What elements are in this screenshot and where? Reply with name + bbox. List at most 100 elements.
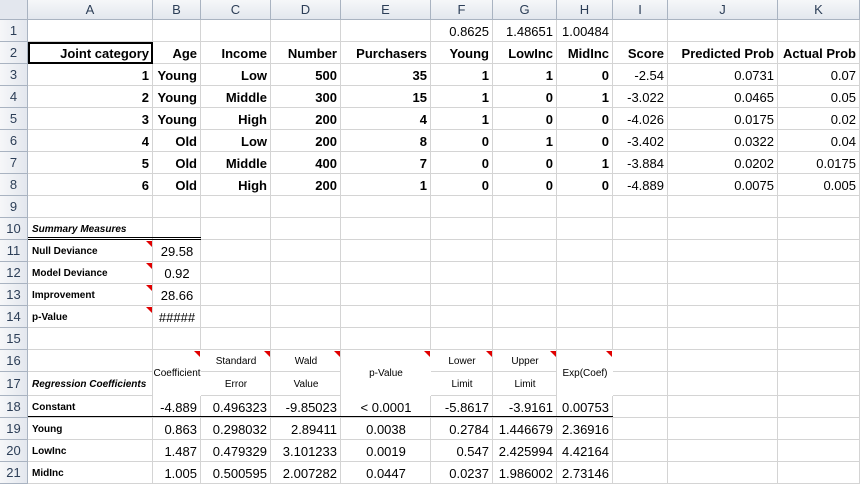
row-header-18[interactable]: 18 [0, 396, 28, 418]
summary-label-1[interactable]: Model Deviance [28, 262, 153, 284]
regression-cell-F21[interactable]: 0.0237 [431, 462, 493, 484]
cell-I4[interactable]: -3.022 [613, 86, 668, 108]
regression-header-bottom-D[interactable]: Value [271, 372, 341, 396]
cell-C7[interactable]: Middle [201, 152, 271, 174]
header-G[interactable]: LowInc [493, 42, 557, 64]
cell-D4[interactable]: 300 [271, 86, 341, 108]
header-C[interactable]: Income [201, 42, 271, 64]
row-header-1[interactable]: 1 [0, 20, 28, 42]
cell-J3[interactable]: 0.0731 [668, 64, 778, 86]
row-header-12[interactable]: 12 [0, 262, 28, 284]
summary-label-2[interactable]: Improvement [28, 284, 153, 306]
regression-cell-A20[interactable]: LowInc [28, 440, 153, 462]
header-H[interactable]: MidInc [557, 42, 613, 64]
regression-cell-H19[interactable]: 2.36916 [557, 418, 613, 440]
row-header-15[interactable]: 15 [0, 328, 28, 350]
cell-A5[interactable]: 3 [28, 108, 153, 130]
cell-E7[interactable]: 7 [341, 152, 431, 174]
regression-cell-H20[interactable]: 4.42164 [557, 440, 613, 462]
cell-G1[interactable]: 1.48651 [493, 20, 557, 42]
regression-cell-H18[interactable]: 0.00753 [557, 396, 613, 418]
regression-cell-A21[interactable]: MidInc [28, 462, 153, 484]
cell-E4[interactable]: 15 [341, 86, 431, 108]
summary-value-1[interactable]: 0.92 [153, 262, 201, 284]
cell-B8[interactable]: Old [153, 174, 201, 196]
regression-cell-E19[interactable]: 0.0038 [341, 418, 431, 440]
regression-cell-D21[interactable]: 2.007282 [271, 462, 341, 484]
cell-J7[interactable]: 0.0202 [668, 152, 778, 174]
regression-cell-B18[interactable]: -4.889 [153, 396, 201, 418]
column-header-E[interactable]: E [341, 0, 431, 20]
cell-G4[interactable]: 0 [493, 86, 557, 108]
column-header-I[interactable]: I [613, 0, 668, 20]
cell-J6[interactable]: 0.0322 [668, 130, 778, 152]
cell-H7[interactable]: 1 [557, 152, 613, 174]
row-header-13[interactable]: 13 [0, 284, 28, 306]
cell-K4[interactable]: 0.05 [778, 86, 860, 108]
regression-cell-E21[interactable]: 0.0447 [341, 462, 431, 484]
header-E[interactable]: Purchasers [341, 42, 431, 64]
cell-D5[interactable]: 200 [271, 108, 341, 130]
column-header-J[interactable]: J [668, 0, 778, 20]
cell-F1[interactable]: 0.8625 [431, 20, 493, 42]
column-header-H[interactable]: H [557, 0, 613, 20]
cell-E6[interactable]: 8 [341, 130, 431, 152]
cell-F7[interactable]: 0 [431, 152, 493, 174]
header-F[interactable]: Young [431, 42, 493, 64]
row-header-7[interactable]: 7 [0, 152, 28, 174]
cell-I8[interactable]: -4.889 [613, 174, 668, 196]
cell-E8[interactable]: 1 [341, 174, 431, 196]
cell-J8[interactable]: 0.0075 [668, 174, 778, 196]
cell-I3[interactable]: -2.54 [613, 64, 668, 86]
header-D[interactable]: Number [271, 42, 341, 64]
cell-D3[interactable]: 500 [271, 64, 341, 86]
column-header-K[interactable]: K [778, 0, 860, 20]
regression-cell-G20[interactable]: 2.425994 [493, 440, 557, 462]
cell-C3[interactable]: Low [201, 64, 271, 86]
row-header-14[interactable]: 14 [0, 306, 28, 328]
cell-E5[interactable]: 4 [341, 108, 431, 130]
cell-C5[interactable]: High [201, 108, 271, 130]
cell-D6[interactable]: 200 [271, 130, 341, 152]
row-header-3[interactable]: 3 [0, 64, 28, 86]
regression-cell-G18[interactable]: -3.9161 [493, 396, 557, 418]
regression-title[interactable]: Regression Coefficients [28, 372, 153, 396]
select-all-corner[interactable] [0, 0, 28, 20]
summary-value-2[interactable]: 28.66 [153, 284, 201, 306]
regression-cell-B21[interactable]: 1.005 [153, 462, 201, 484]
cell-H1[interactable]: 1.00484 [557, 20, 613, 42]
cell-H4[interactable]: 1 [557, 86, 613, 108]
cell-C8[interactable]: High [201, 174, 271, 196]
header-I[interactable]: Score [613, 42, 668, 64]
row-header-10[interactable]: 10 [0, 218, 28, 240]
cell-B7[interactable]: Old [153, 152, 201, 174]
spreadsheet-grid[interactable]: A B C D E F G H I J K 1 2 3 4 5 6 7 8 9 10 11 12 13 14 15 16 17 18 19… [0, 0, 860, 484]
regression-header-top-D[interactable]: Wald [271, 350, 341, 372]
cell-B4[interactable]: Young [153, 86, 201, 108]
summary-value-3[interactable]: ##### [153, 306, 201, 328]
cell-C6[interactable]: Low [201, 130, 271, 152]
summary-label-0[interactable]: Null Deviance [28, 240, 153, 262]
regression-cell-G19[interactable]: 1.446679 [493, 418, 557, 440]
regression-cell-A19[interactable]: Young [28, 418, 153, 440]
regression-cell-C18[interactable]: 0.496323 [201, 396, 271, 418]
regression-header-top-F[interactable]: Lower [431, 350, 493, 372]
row-header-20[interactable]: 20 [0, 440, 28, 462]
column-header-G[interactable]: G [493, 0, 557, 20]
header-K[interactable]: Actual Prob [778, 42, 860, 64]
cell-A7[interactable]: 5 [28, 152, 153, 174]
cell-H5[interactable]: 0 [557, 108, 613, 130]
header-A[interactable]: Joint category [28, 42, 153, 64]
cell-E3[interactable]: 35 [341, 64, 431, 86]
cell-H8[interactable]: 0 [557, 174, 613, 196]
regression-header-bottom-C[interactable]: Error [201, 372, 271, 396]
cell-F5[interactable]: 1 [431, 108, 493, 130]
regression-cell-E18[interactable]: < 0.0001 [341, 396, 431, 418]
cell-G7[interactable]: 0 [493, 152, 557, 174]
cell-A8[interactable]: 6 [28, 174, 153, 196]
regression-header-bottom-F[interactable]: Limit [431, 372, 493, 396]
cell-D8[interactable]: 200 [271, 174, 341, 196]
cell-J5[interactable]: 0.0175 [668, 108, 778, 130]
cell-D7[interactable]: 400 [271, 152, 341, 174]
column-header-C[interactable]: C [201, 0, 271, 20]
